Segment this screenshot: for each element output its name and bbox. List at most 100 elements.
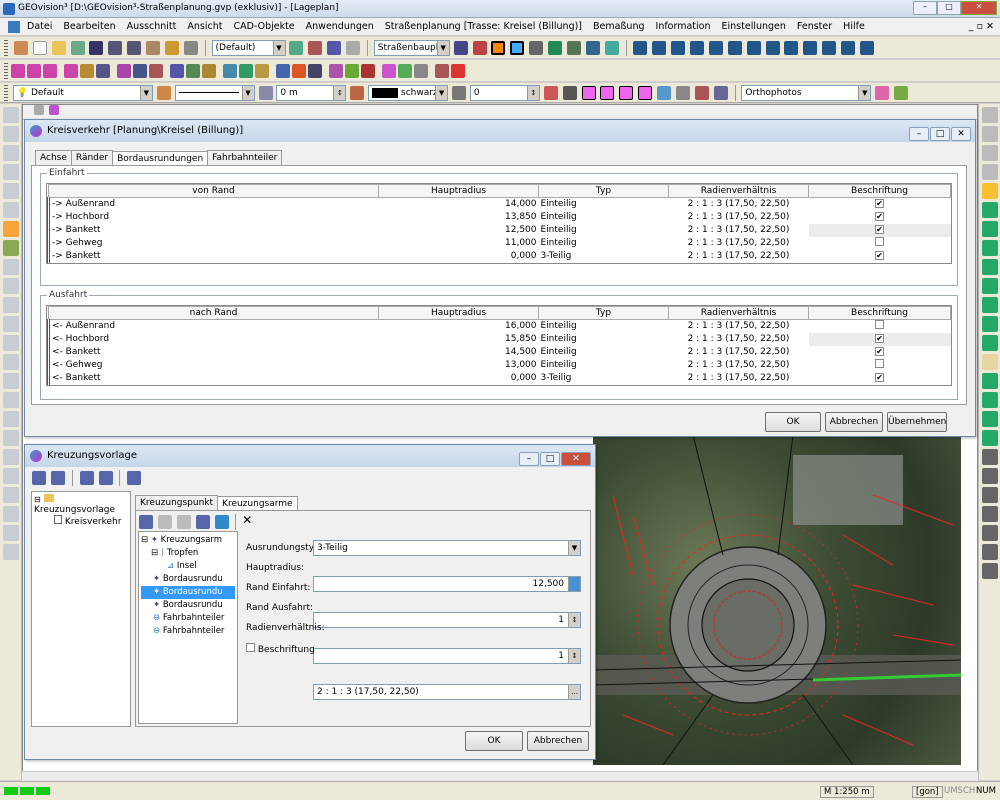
new-file-icon[interactable] [32, 41, 47, 55]
table-cell-typ[interactable]: Einteilig [539, 224, 669, 237]
draw-tool-17-icon[interactable] [292, 64, 306, 78]
right-tool-15-icon[interactable] [981, 373, 998, 389]
kp-move-icon[interactable] [157, 514, 172, 529]
table-cell-typ[interactable]: Einteilig [539, 346, 669, 359]
paste-icon[interactable] [146, 41, 160, 55]
table-cell-radius[interactable]: 13,850 [379, 211, 539, 224]
left-tool-5-icon[interactable] [2, 183, 19, 199]
left-tool-18-icon[interactable] [2, 430, 19, 446]
radienverhaeltnis-field[interactable]: 2 : 1 : 3 (17,50, 22,50)… [313, 684, 581, 700]
table-cell-radius[interactable]: 12,500 [379, 224, 539, 237]
table-cell-rand[interactable]: <- Bankett [47, 345, 379, 359]
right-tool-22-icon[interactable] [981, 506, 998, 522]
draw-tool-3-icon[interactable] [43, 64, 57, 78]
table-cell-typ[interactable]: Einteilig [539, 237, 669, 250]
mdi-controls[interactable]: _ ▫ ✕ [969, 18, 994, 36]
hauptradius-field[interactable]: 12,500 [313, 576, 581, 592]
table-cell-beschriftung[interactable]: ✔ [809, 346, 951, 359]
kz-more-icon[interactable] [127, 471, 142, 485]
draw-tool-9-icon[interactable] [149, 64, 163, 78]
num-field[interactable]: 0 ↕ [469, 85, 540, 101]
snap-icon[interactable] [472, 41, 487, 55]
table-cell-beschriftung[interactable]: ✔ [808, 223, 951, 237]
draw-tool-8-icon[interactable] [133, 64, 147, 78]
table-cell-ratio[interactable]: 2 : 1 : 3 (17,50, 22,50) [669, 346, 809, 359]
draw-tool-7-icon[interactable] [117, 64, 131, 78]
kz-edit-icon[interactable] [79, 471, 94, 485]
column-header[interactable]: Typ [538, 184, 669, 198]
maximize-button[interactable]: □ [937, 1, 961, 15]
minimize-button[interactable]: – [913, 1, 937, 15]
table-row[interactable]: -> Bankett 0,000 3-Teilig 2 : 1 : 3 (17,50,… [47, 249, 951, 263]
right-tool-7-icon[interactable] [981, 221, 998, 237]
kz-maximize-button[interactable]: □ [540, 452, 560, 466]
draw-tool-2-icon[interactable] [27, 64, 41, 78]
menu-item[interactable]: Einstellungen [722, 21, 786, 32]
right-tool-4-icon[interactable] [981, 164, 998, 180]
left-tool-6-icon[interactable] [2, 202, 19, 218]
undo-icon[interactable] [70, 41, 85, 55]
menu-item[interactable]: Bearbeiten [63, 21, 115, 32]
table-row[interactable]: <- Hochbord 15,850 Einteilig 2 : 1 : 3 (17,… [47, 332, 951, 346]
table-cell-ratio[interactable]: 2 : 1 : 3 (17,50, 22,50) [669, 224, 809, 237]
menu-item[interactable]: Bemaßung [593, 21, 645, 32]
doc-tool-2-icon[interactable] [48, 105, 59, 115]
beschriftung-checkbox[interactable] [875, 320, 884, 330]
ortho-tool2-icon[interactable] [894, 86, 909, 100]
menu-item[interactable]: Straßenplanung [Trasse: Kreisel (Billung… [385, 21, 582, 32]
info10-icon[interactable] [803, 41, 818, 55]
table-cell-ratio[interactable]: 2 : 1 : 3 (17,50, 22,50) [669, 198, 809, 211]
table-cell-beschriftung[interactable]: ✔ [809, 250, 951, 263]
left-tool-20-icon[interactable] [2, 468, 19, 484]
column-header[interactable]: Beschriftung [808, 184, 951, 198]
table-cell-radius[interactable]: 0,000 [379, 372, 539, 385]
layer-icon[interactable] [289, 41, 304, 55]
table-cell-beschriftung[interactable]: ✔ [809, 211, 951, 224]
menu-item[interactable]: Anwendungen [306, 21, 374, 32]
right-tool-5-icon[interactable] [981, 183, 998, 199]
table-cell-typ[interactable]: Einteilig [539, 333, 669, 346]
right-tool-14-icon[interactable] [981, 354, 998, 370]
column-header[interactable]: von Rand [48, 184, 379, 198]
column-header[interactable]: Radienverhältnis [668, 306, 809, 320]
table-icon[interactable] [566, 41, 581, 55]
draw-tool-12-icon[interactable] [202, 64, 216, 78]
color-tool-icon[interactable] [350, 86, 365, 100]
rand-einfahrt-field[interactable]: 1 ↕ [313, 612, 581, 628]
menu-item[interactable]: Information [656, 21, 711, 32]
menu-item[interactable]: Ausschnitt [127, 21, 177, 32]
arm-root[interactable]: ⊟ ✦ Kreuzungsarm [141, 534, 235, 547]
table-row[interactable]: -> Außenrand 14,000 Einteilig 2 : 1 : 3 (17… [47, 197, 951, 211]
tool-h-icon[interactable] [675, 86, 690, 100]
line-tool-icon[interactable] [453, 41, 468, 55]
cut-icon[interactable] [164, 41, 179, 55]
right-tool-13-icon[interactable] [981, 335, 998, 351]
menu-item[interactable]: CAD-Objekte [233, 21, 294, 32]
beschriftung-checkbox[interactable]: ✔ [875, 347, 884, 356]
info12-icon[interactable] [841, 41, 855, 55]
column-header[interactable]: nach Rand [48, 306, 379, 320]
left-tool-11-icon[interactable] [2, 297, 19, 313]
left-tool-12-icon[interactable] [2, 316, 19, 332]
linetype-icon[interactable] [258, 86, 273, 100]
right-tool-16-icon[interactable] [981, 392, 998, 408]
column-header[interactable]: Radienverhältnis [668, 184, 809, 198]
right-tool-21-icon[interactable] [981, 487, 998, 503]
tool-i-icon[interactable] [694, 86, 709, 100]
left-tool-2-icon[interactable] [2, 126, 19, 142]
table-cell-ratio[interactable]: 2 : 1 : 3 (17,50, 22,50) [669, 372, 809, 385]
table-cell-rand[interactable]: -> Gehweg [47, 236, 379, 250]
fbt-node-2[interactable]: ⊖ Fahrbahnteiler [141, 625, 235, 638]
menu-item[interactable]: Ansicht [187, 21, 222, 32]
info7-icon[interactable] [746, 41, 761, 55]
measure-icon[interactable] [529, 41, 544, 55]
right-tool-1-icon[interactable] [981, 107, 998, 123]
beschriftung-checkbox[interactable]: ✔ [875, 199, 884, 209]
kz-ok-button[interactable]: OK [465, 731, 523, 751]
tool-e-icon[interactable] [619, 86, 634, 100]
kv-ok-button[interactable]: OK [765, 412, 821, 432]
beschriftung-checkbox-row[interactable]: Beschriftung [246, 643, 315, 655]
right-tool-19-icon[interactable] [981, 449, 998, 465]
table-row[interactable]: <- Bankett 0,000 3-Teilig 2 : 1 : 3 (17,50,… [47, 371, 951, 385]
table-cell-rand[interactable]: -> Hochbord [47, 210, 379, 224]
